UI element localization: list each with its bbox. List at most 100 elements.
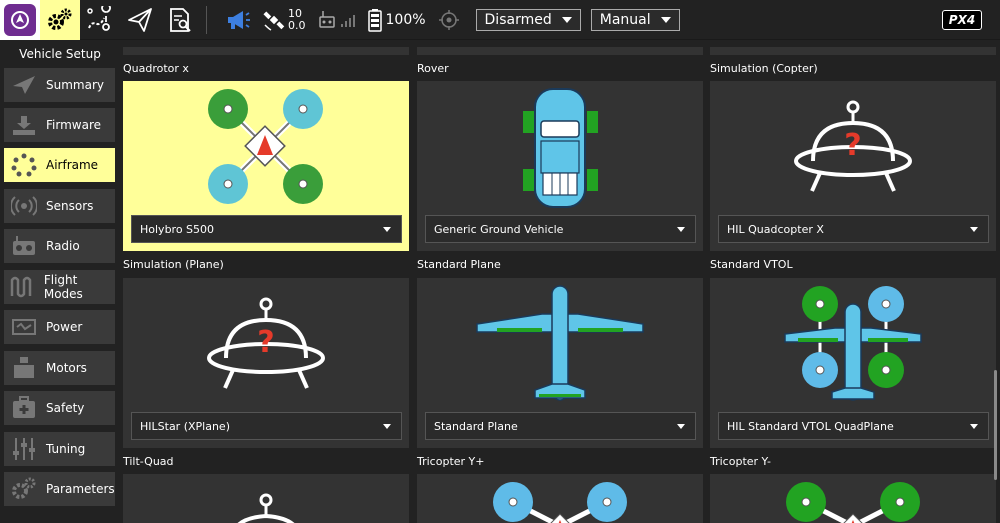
airframe-select-standard-vtol[interactable]: HIL Standard VTOL QuadPlane xyxy=(718,412,989,440)
gps-indicator[interactable]: 10 0.0 xyxy=(257,0,312,40)
sidebar-item-label: Parameters xyxy=(46,482,115,496)
analyze-view-button[interactable] xyxy=(160,0,200,40)
sidebar-item-radio[interactable]: Radio xyxy=(4,229,115,263)
airframe-select-quadrotor-x[interactable]: Holybro S500 xyxy=(131,215,402,243)
airframe-card-tilt-quad[interactable] xyxy=(123,474,409,523)
power-icon xyxy=(8,310,40,344)
sidebar-item-label: Motors xyxy=(46,361,87,375)
airframe-card-tricopter-y-minus[interactable] xyxy=(710,474,996,523)
sidebar-item-firmware[interactable]: Firmware xyxy=(4,108,115,142)
sidebar-item-label: Power xyxy=(46,320,83,334)
airframe-icon xyxy=(8,148,40,182)
gps-counts: 10 0.0 xyxy=(288,6,306,32)
sidebar-item-airframe[interactable]: Airframe xyxy=(4,148,115,182)
vehicle-setup-button[interactable] xyxy=(40,0,80,40)
sidebar-item-label: Summary xyxy=(46,78,104,92)
simulation-ufo-icon: ? xyxy=(794,100,912,192)
card-strip xyxy=(417,47,703,55)
sidebar-item-label: Safety xyxy=(46,401,85,415)
plan-view-button[interactable] xyxy=(80,0,120,40)
sidebar-item-safety[interactable]: Safety xyxy=(4,391,115,425)
sidebar-item-label: Flight Modes xyxy=(43,273,83,301)
airframe-group-label: Tricopter Y+ xyxy=(417,455,485,468)
standard-vtol-icon xyxy=(784,286,922,401)
sidebar-item-summary[interactable]: Summary xyxy=(4,68,115,102)
signal-bars-icon xyxy=(340,14,355,27)
airframe-card-tricopter-y-plus[interactable] xyxy=(417,474,703,523)
airframe-select-simulation-copter[interactable]: HIL Quadcopter X xyxy=(718,215,989,243)
sidebar-item-label: Firmware xyxy=(46,118,101,132)
airframe-group-label: Simulation (Copter) xyxy=(710,62,818,75)
paper-plane-icon xyxy=(128,7,152,32)
messages-indicator[interactable] xyxy=(219,0,257,40)
flight-mode-dropdown[interactable]: Manual xyxy=(590,8,680,31)
airframe-select-rover[interactable]: Generic Ground Vehicle xyxy=(425,215,696,243)
megaphone-icon xyxy=(228,10,250,29)
rc-rssi-indicator[interactable] xyxy=(312,0,362,40)
airframe-select-value: Standard Plane xyxy=(434,419,518,433)
top-toolbar: 10 0.0 100% Disarmed Manual PX4 xyxy=(0,0,1000,40)
airframe-card-standard-vtol[interactable]: HIL Standard VTOL QuadPlane xyxy=(710,278,996,448)
fly-view-button[interactable] xyxy=(120,0,160,40)
chevron-down-icon xyxy=(970,424,978,429)
svg-text:?: ? xyxy=(257,325,274,360)
rover-icon xyxy=(523,88,598,208)
airframe-select-value: HILStar (XPlane) xyxy=(140,419,230,433)
quadrotor-x-icon xyxy=(208,89,323,204)
gears-icon xyxy=(48,8,72,30)
airframe-group-label: Rover xyxy=(417,62,449,75)
tuning-icon xyxy=(8,432,40,466)
sidebar-item-label: Tuning xyxy=(46,442,86,456)
firmware-download-icon xyxy=(8,108,40,142)
sidebar-item-motors[interactable]: Motors xyxy=(4,351,115,385)
chevron-down-icon xyxy=(660,16,671,23)
paper-plane-icon xyxy=(8,68,40,102)
plan-route-icon xyxy=(87,5,111,31)
chevron-down-icon xyxy=(677,424,685,429)
qgc-logo-button[interactable] xyxy=(0,0,40,40)
card-strip xyxy=(123,47,409,55)
airframe-card-simulation-plane[interactable]: ? HILStar (XPlane) xyxy=(123,278,409,448)
rtk-indicator[interactable] xyxy=(432,0,466,40)
parameters-icon xyxy=(8,472,40,506)
sidebar-item-tuning[interactable]: Tuning xyxy=(4,432,115,466)
airframe-card-quadrotor-x[interactable]: Holybro S500 xyxy=(123,81,409,251)
airframe-select-value: Holybro S500 xyxy=(140,222,215,236)
airframe-group-label: Simulation (Plane) xyxy=(123,258,224,271)
motors-icon xyxy=(8,351,40,385)
satellite-count: 10 xyxy=(288,6,302,20)
airframe-card-simulation-copter[interactable]: ? HIL Quadcopter X xyxy=(710,81,996,251)
sidebar-item-parameters[interactable]: Parameters xyxy=(4,472,115,506)
chevron-down-icon xyxy=(561,16,572,23)
sidebar-item-power[interactable]: Power xyxy=(4,310,115,344)
airframe-select-standard-plane[interactable]: Standard Plane xyxy=(425,412,696,440)
rc-transmitter-icon xyxy=(318,10,335,28)
tilt-quad-icon xyxy=(237,493,295,523)
battery-indicator[interactable]: 100% xyxy=(362,0,432,40)
sidebar-item-flight-modes[interactable]: Flight Modes xyxy=(4,270,115,304)
battery-icon xyxy=(367,8,382,32)
airframe-group-label: Standard Plane xyxy=(417,258,501,271)
vehicle-setup-sidebar: Vehicle Setup Summary Firmware Airframe … xyxy=(0,40,120,523)
airframe-group-label: Tricopter Y- xyxy=(710,455,771,468)
card-strip xyxy=(710,47,996,55)
airframe-card-standard-plane[interactable]: Standard Plane xyxy=(417,278,703,448)
airframe-group-label: Tilt-Quad xyxy=(123,455,174,468)
airframe-content: Quadrotor x Holybro S500 Rover Generic G… xyxy=(120,40,1000,523)
airframe-select-value: Generic Ground Vehicle xyxy=(434,222,564,236)
sidebar-item-label: Radio xyxy=(46,239,80,253)
airframe-group-label: Standard VTOL xyxy=(710,258,793,271)
sensors-icon xyxy=(8,189,40,223)
airframe-card-rover[interactable]: Generic Ground Vehicle xyxy=(417,81,703,251)
airframe-select-simulation-plane[interactable]: HILStar (XPlane) xyxy=(131,412,402,440)
radio-icon xyxy=(8,229,40,263)
sidebar-item-sensors[interactable]: Sensors xyxy=(4,189,115,223)
qgc-logo-icon xyxy=(4,3,36,36)
content-scrollbar[interactable] xyxy=(994,370,997,480)
arm-state-dropdown[interactable]: Disarmed xyxy=(475,8,581,31)
satellite-icon xyxy=(263,10,285,31)
simulation-ufo-icon: ? xyxy=(207,297,325,389)
px4-brand-text: PX4 xyxy=(948,13,976,27)
arm-state-label: Disarmed xyxy=(484,11,552,28)
flight-modes-icon xyxy=(8,270,38,304)
